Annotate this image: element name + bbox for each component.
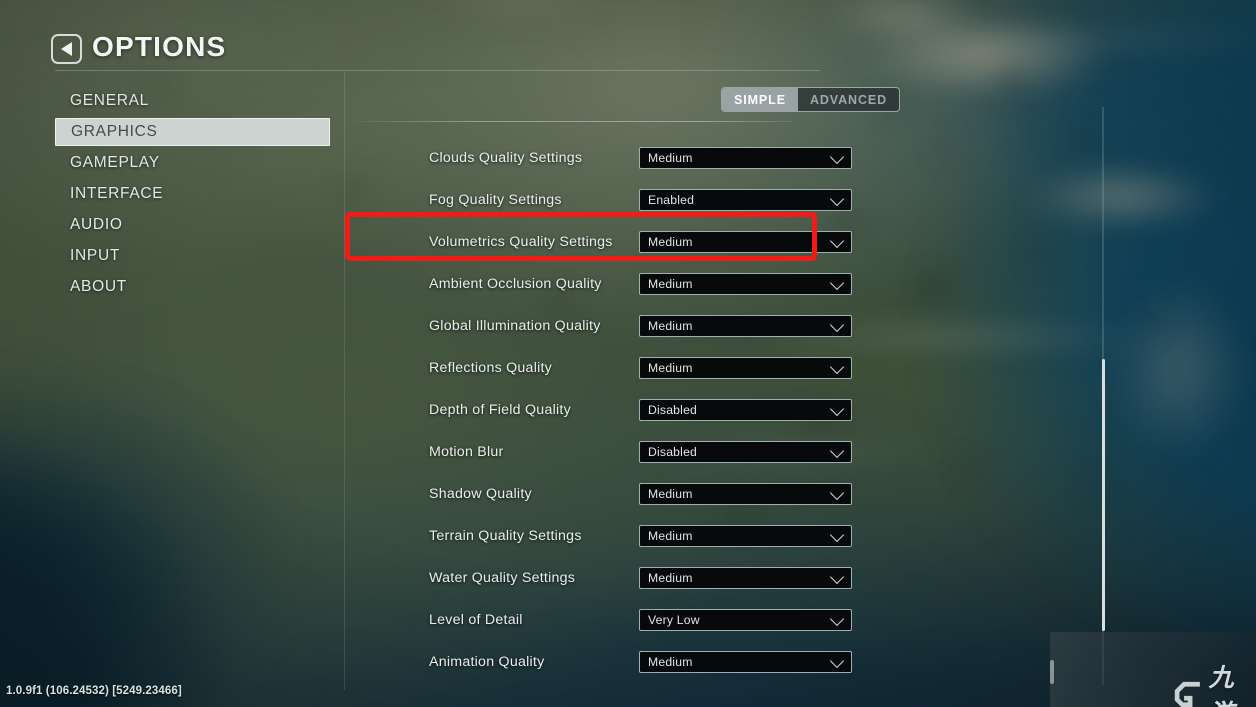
setting-dropdown[interactable]: Medium — [639, 273, 852, 295]
setting-dropdown[interactable]: Medium — [639, 231, 852, 253]
setting-dropdown-value: Medium — [648, 277, 693, 291]
setting-row: Level of Detail Very Low — [346, 599, 852, 641]
setting-row: Motion Blur Disabled — [346, 431, 852, 473]
setting-dropdown-value: Medium — [648, 655, 693, 669]
setting-row: Global Illumination Quality Medium — [346, 305, 852, 347]
setting-dropdown-value: Enabled — [648, 193, 695, 207]
setting-label: Fog Quality Settings — [429, 192, 562, 208]
sidebar-item-label: AUDIO — [70, 216, 123, 233]
mode-tab-simple[interactable]: SIMPLE — [722, 88, 798, 111]
options-header: OPTIONS — [0, 0, 1256, 70]
sidebar-item-gameplay[interactable]: GAMEPLAY — [55, 149, 330, 177]
setting-row: Ambient Occlusion Quality Medium — [346, 263, 852, 305]
setting-label: Motion Blur — [429, 444, 504, 460]
sidebar-item-graphics[interactable]: GRAPHICS — [55, 118, 330, 146]
chevron-down-icon — [829, 275, 845, 291]
setting-label: Reflections Quality — [429, 360, 553, 376]
sidebar-item-label: ABOUT — [70, 278, 127, 295]
setting-dropdown[interactable]: Medium — [639, 357, 852, 379]
settings-list: Clouds Quality Settings Medium Fog Quality… — [346, 137, 852, 683]
content-separator — [356, 121, 792, 122]
scrollbar-thumb[interactable] — [1102, 359, 1105, 631]
setting-row: Depth of Field Quality Disabled — [346, 389, 852, 431]
version-label: 1.0.9f1 (106.24532) [5249.23466] — [6, 685, 182, 697]
watermark-text: 九游 — [1208, 664, 1235, 707]
setting-row: Water Quality Settings Medium — [346, 557, 852, 599]
options-content: SIMPLE ADVANCED Clouds Quality Settings Me… — [346, 71, 1105, 690]
setting-dropdown[interactable]: Medium — [639, 525, 852, 547]
setting-dropdown[interactable]: Enabled — [639, 189, 852, 211]
sidebar-item-input[interactable]: INPUT — [55, 242, 330, 270]
back-arrow-icon[interactable] — [51, 34, 82, 64]
chevron-down-icon — [829, 611, 845, 627]
setting-dropdown[interactable]: Medium — [639, 483, 852, 505]
options-panel: GENERAL GRAPHICS GAMEPLAY INTERFACE AUDIO INP… — [55, 70, 1105, 690]
setting-label: Ambient Occlusion Quality — [429, 276, 602, 292]
sidebar-item-interface[interactable]: INTERFACE — [55, 180, 330, 208]
setting-dropdown-value: Medium — [648, 529, 693, 543]
setting-label: Global Illumination Quality — [429, 318, 601, 334]
sidebar-item-general[interactable]: GENERAL — [55, 87, 330, 115]
setting-dropdown-value: Medium — [648, 319, 693, 333]
setting-label: Depth of Field Quality — [429, 402, 571, 418]
setting-label: Level of Detail — [429, 612, 523, 628]
watermark-logo: 九游 — [1172, 658, 1256, 707]
setting-dropdown[interactable]: Medium — [639, 147, 852, 169]
chevron-down-icon — [829, 359, 845, 375]
sidebar-item-label: INPUT — [70, 247, 120, 264]
chevron-down-icon — [829, 485, 845, 501]
setting-label: Shadow Quality — [429, 486, 532, 502]
setting-row: Terrain Quality Settings Medium — [346, 515, 852, 557]
sidebar-item-label: GAMEPLAY — [70, 154, 160, 171]
setting-dropdown-value: Disabled — [648, 403, 698, 417]
sidebar-item-about[interactable]: ABOUT — [55, 273, 330, 301]
chevron-down-icon — [829, 149, 845, 165]
setting-dropdown-value: Medium — [648, 151, 693, 165]
setting-row: Animation Quality Medium — [346, 641, 852, 683]
setting-label: Terrain Quality Settings — [429, 528, 582, 544]
page-title: OPTIONS — [92, 31, 227, 62]
setting-dropdown[interactable]: Medium — [639, 315, 852, 337]
sidebar-item-audio[interactable]: AUDIO — [55, 211, 330, 239]
chevron-down-icon — [829, 527, 845, 543]
setting-dropdown-value: Medium — [648, 571, 693, 585]
setting-row: Reflections Quality Medium — [346, 347, 852, 389]
setting-row: Shadow Quality Medium — [346, 473, 852, 515]
setting-label: Water Quality Settings — [429, 570, 576, 586]
setting-label: Volumetrics Quality Settings — [429, 234, 613, 250]
setting-row: Volumetrics Quality Settings Medium — [346, 221, 852, 263]
setting-dropdown-value: Medium — [648, 487, 693, 501]
sidebar-item-label: GENERAL — [70, 92, 149, 109]
chevron-down-icon — [829, 191, 845, 207]
mode-toggle-group: SIMPLE ADVANCED — [721, 87, 901, 112]
setting-row: Clouds Quality Settings Medium — [346, 137, 852, 179]
setting-dropdown[interactable]: Medium — [639, 567, 852, 589]
chevron-down-icon — [829, 401, 845, 417]
setting-dropdown[interactable]: Disabled — [639, 441, 852, 463]
setting-dropdown[interactable]: Disabled — [639, 399, 852, 421]
back-arrow-triangle — [61, 42, 72, 56]
sidebar-item-label: INTERFACE — [70, 185, 164, 202]
watermark-bar — [1050, 660, 1054, 684]
setting-dropdown[interactable]: Very Low — [639, 609, 852, 631]
setting-label: Clouds Quality Settings — [429, 150, 583, 166]
setting-dropdown-value: Disabled — [648, 445, 698, 459]
mode-tab-advanced[interactable]: ADVANCED — [798, 88, 899, 111]
chevron-down-icon — [829, 569, 845, 585]
chevron-down-icon — [829, 233, 845, 249]
setting-dropdown-value: Medium — [648, 235, 693, 249]
sidebar-item-label: GRAPHICS — [71, 123, 158, 140]
chevron-down-icon — [829, 653, 845, 669]
options-sidebar: GENERAL GRAPHICS GAMEPLAY INTERFACE AUDIO INP… — [55, 71, 345, 690]
site-watermark: 九游 — [1050, 632, 1256, 707]
setting-dropdown-value: Medium — [648, 361, 693, 375]
chevron-down-icon — [829, 443, 845, 459]
setting-label: Animation Quality — [429, 654, 545, 670]
chevron-down-icon — [829, 317, 845, 333]
setting-row: Fog Quality Settings Enabled — [346, 179, 852, 221]
setting-dropdown[interactable]: Medium — [639, 651, 852, 673]
setting-dropdown-value: Very Low — [648, 613, 700, 627]
watermark-g-icon — [1174, 681, 1200, 707]
